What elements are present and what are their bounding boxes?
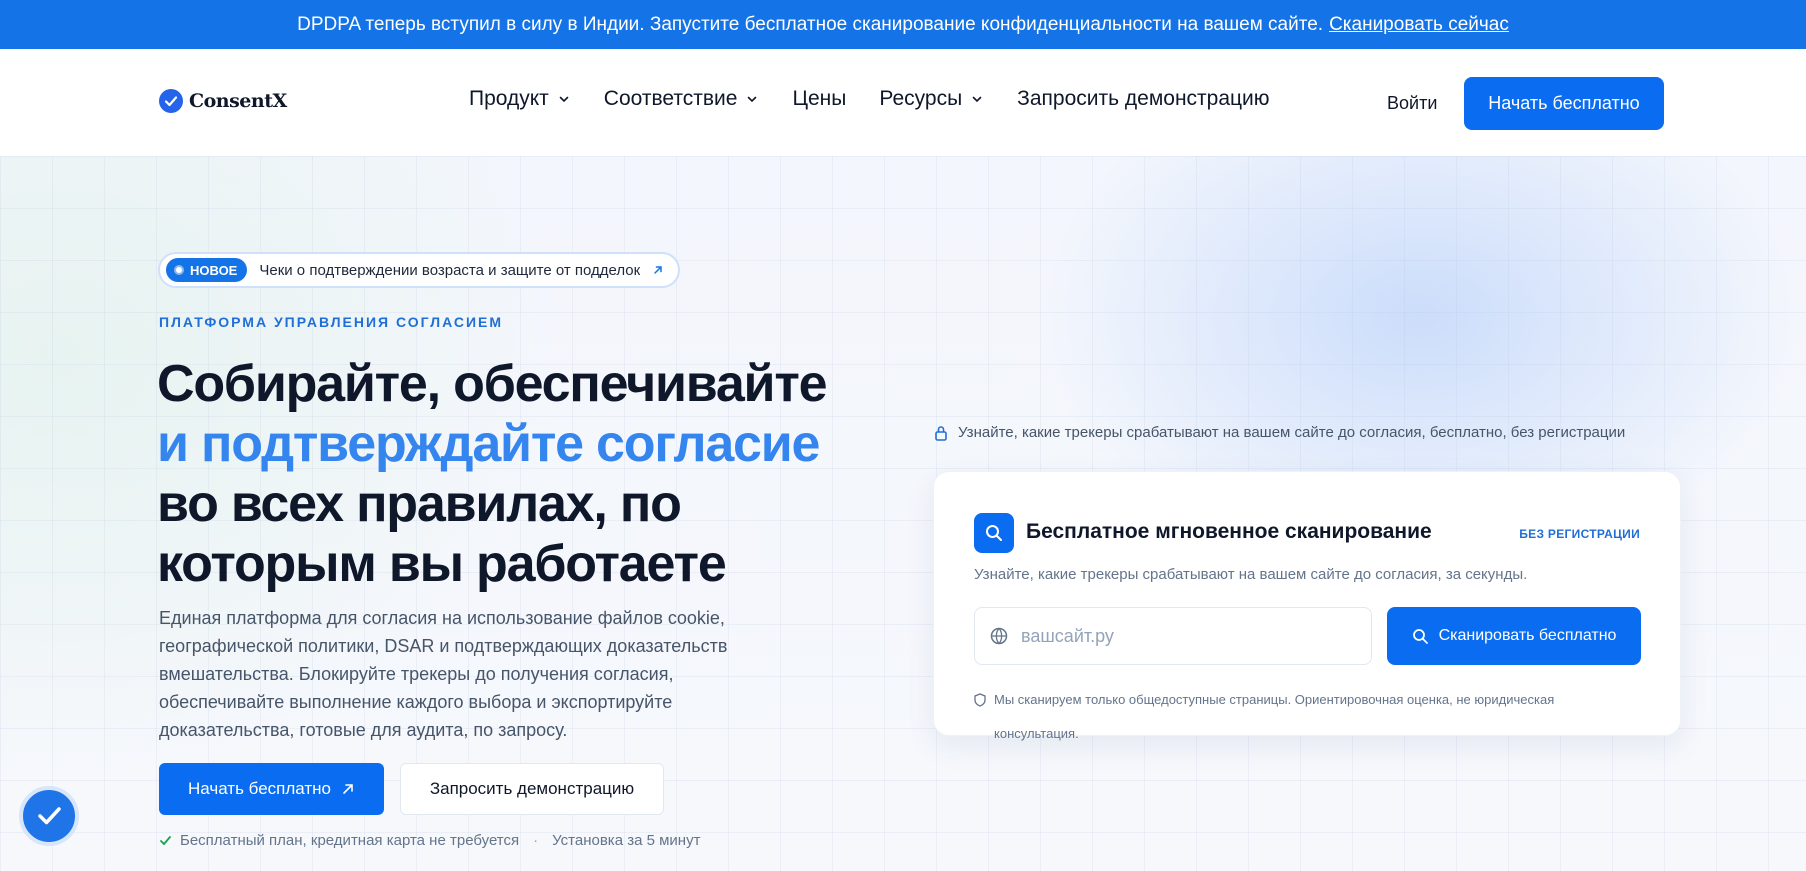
scan-card-subtitle: Узнайте, какие трекеры срабатывают на ва…: [974, 566, 1528, 583]
announcement-text: DPDPA теперь вступил в силу в Индии. Зап…: [297, 13, 1324, 35]
nav-item-demo[interactable]: Запросить демонстрацию: [1017, 87, 1269, 111]
headline-line-2: во всех правилах, по: [157, 475, 682, 533]
announcement-bar: DPDPA теперь вступил в силу в Индии. Зап…: [0, 0, 1806, 49]
website-input-wrapper: [974, 607, 1372, 665]
nav-item-label: Запросить демонстрацию: [1017, 87, 1270, 110]
chevron-down-icon: [748, 96, 757, 103]
arrow-up-right-icon: [654, 266, 662, 274]
assurance-free-plan: Бесплатный план, кредитная карта не треб…: [180, 832, 520, 849]
hero-description: Единая платформа для согласия на использ…: [159, 608, 728, 740]
nav-item-compliance[interactable]: Соответствие: [604, 87, 760, 111]
separator-dot: ·: [533, 832, 539, 849]
headline-accent: и подтверждайте согласие: [157, 415, 820, 473]
scan-card: Бесплатное мгновенное сканирование БЕЗ Р…: [933, 471, 1681, 741]
nav-item-label: Продукт: [469, 87, 549, 110]
new-badge: НОВОЕ: [166, 258, 248, 282]
nav-item-label: Соответствие: [603, 87, 738, 110]
hero-request-demo-button[interactable]: Запросить демонстрацию: [400, 763, 664, 815]
globe-icon: [990, 627, 1008, 645]
login-link[interactable]: Войти: [1387, 93, 1437, 114]
announcement-pill[interactable]: НОВОЕ Чеки о подтверждении возраста и за…: [158, 252, 681, 288]
check-badge-icon: [38, 807, 61, 825]
chevron-down-icon: [972, 96, 982, 103]
website-url-input[interactable]: [1021, 625, 1341, 647]
scan-free-button[interactable]: Сканировать бесплатно: [1387, 607, 1641, 665]
chevron-down-icon: [559, 96, 569, 103]
scan-disclaimer: Мы сканируем только общедоступные страни…: [974, 683, 1614, 751]
headline-line-3: которым вы работаете: [157, 535, 727, 593]
logo[interactable]: ConsentX: [159, 89, 287, 113]
scan-button-label: Сканировать бесплатно: [1438, 627, 1617, 644]
consent-preferences-button[interactable]: [19, 786, 79, 846]
check-shield-icon: [159, 89, 183, 113]
nav-item-label: Цены: [792, 87, 847, 110]
disclaimer-text: Мы сканируем только общедоступные страни…: [994, 692, 1555, 741]
scan-note: Узнайте, какие трекеры срабатывают на ва…: [934, 424, 1625, 441]
scan-card-title: Бесплатное мгновенное сканирование: [1026, 520, 1432, 543]
arrow-up-right-icon: [343, 784, 353, 794]
top-navigation: ConsentX Продукт Соответствие Цены Ресур…: [0, 49, 1806, 156]
eyebrow-label: ПЛАТФОРМА УПРАВЛЕНИЯ СОГЛАСИЕМ: [159, 314, 504, 330]
shield-icon: [974, 693, 986, 707]
nav-item-label: Ресурсы: [879, 87, 963, 110]
nav-item-product[interactable]: Продукт: [469, 87, 571, 111]
announcement-link[interactable]: Сканировать сейчас: [1329, 14, 1509, 36]
button-label: Начать бесплатно: [188, 779, 331, 798]
assurance-setup-time: Установка за 5 минут: [552, 832, 701, 849]
nav-item-resources[interactable]: Ресурсы: [879, 87, 984, 111]
assurance-line: Бесплатный план, кредитная карта не треб…: [159, 832, 700, 849]
start-free-button[interactable]: Начать бесплатно: [1464, 77, 1664, 130]
nav-item-pricing[interactable]: Цены: [792, 87, 846, 111]
dot-icon: [174, 265, 184, 275]
headline-line-1: Собирайте, обеспечивайте: [157, 355, 828, 413]
no-signup-tag: БЕЗ РЕГИСТРАЦИИ: [1519, 527, 1640, 541]
new-badge-label: НОВОЕ: [190, 262, 238, 278]
main-menu: Продукт Соответствие Цены Ресурсы Запрос…: [469, 87, 1270, 111]
check-icon: [160, 836, 171, 846]
search-icon: [974, 513, 1014, 553]
hero-headline: Собирайте, обеспечивайте и подтверждайте…: [157, 354, 857, 594]
hero-section: НОВОЕ Чеки о подтверждении возраста и за…: [0, 156, 1806, 871]
logo-text: ConsentX: [189, 90, 287, 112]
hero-start-free-button[interactable]: Начать бесплатно: [159, 763, 384, 815]
scan-note-text: Узнайте, какие трекеры срабатывают на ва…: [958, 424, 1626, 441]
search-icon: [1412, 628, 1428, 644]
lock-icon: [935, 425, 947, 441]
pill-text: Чеки о подтверждении возраста и защите о…: [259, 261, 641, 279]
